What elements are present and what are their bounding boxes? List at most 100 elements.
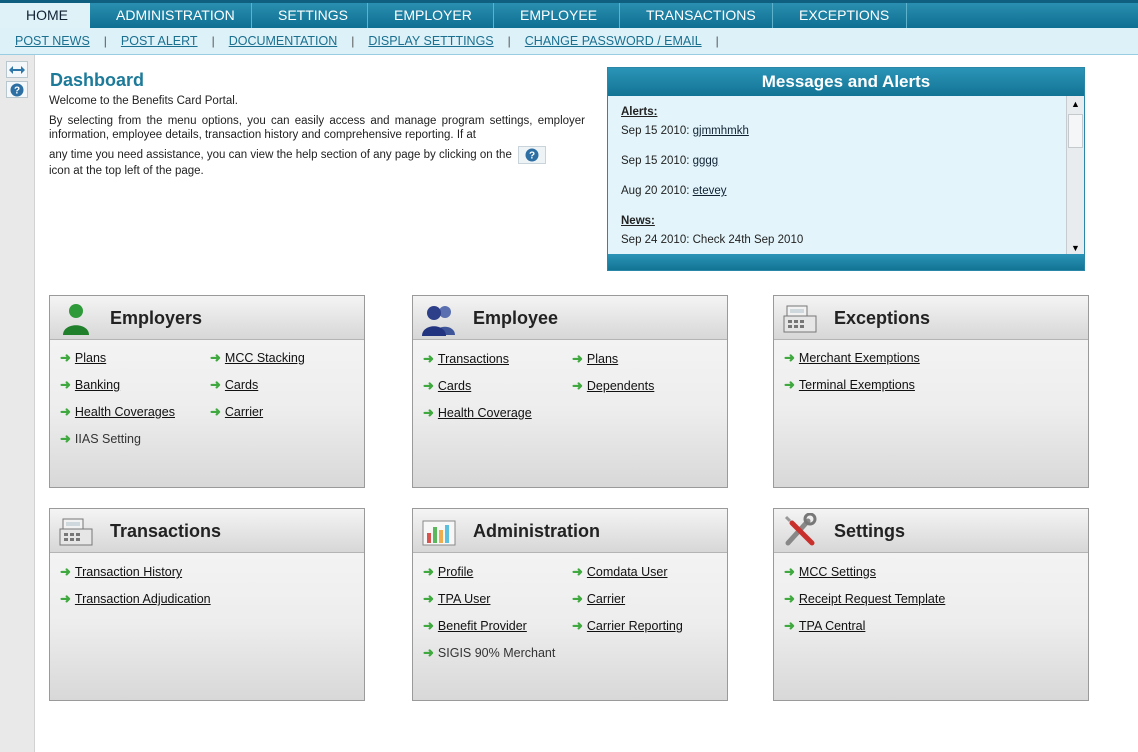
tab-settings[interactable]: SETTINGS (252, 3, 368, 28)
main-nav: HOME ADMINISTRATION SETTINGS EMPLOYER EM… (0, 0, 1138, 28)
documentation-link[interactable]: DOCUMENTATION (229, 34, 338, 48)
cards-link[interactable]: ➜ Cards (210, 377, 258, 393)
profile-link[interactable]: ➜ Profile (423, 564, 473, 580)
bar-chart-icon (422, 520, 456, 546)
register-icon (59, 518, 93, 546)
tab-employer[interactable]: EMPLOYER (368, 3, 494, 28)
card-header: Exceptions (774, 296, 1088, 340)
arrow-right-icon: ➜ (423, 564, 434, 579)
exceptions-card: Exceptions ➜ Merchant Exemptions ➜ Termina… (773, 295, 1089, 488)
plans-link[interactable]: ➜ Plans (572, 351, 618, 367)
cards-link[interactable]: ➜ Cards (423, 378, 471, 394)
scroll-thumb[interactable] (1068, 114, 1083, 148)
arrow-right-icon: ➜ (784, 350, 795, 365)
banking-link[interactable]: ➜ Banking (60, 377, 120, 393)
arrow-right-icon: ➜ (210, 350, 221, 365)
receipt-request-template-link[interactable]: ➜ Receipt Request Template (784, 591, 945, 607)
tab-transactions[interactable]: TRANSACTIONS (620, 3, 773, 28)
merchant-exemptions-link[interactable]: ➜ Merchant Exemptions (784, 350, 920, 366)
mcc-stacking-link[interactable]: ➜ MCC Stacking (210, 350, 305, 366)
card-title: Employers (110, 308, 203, 328)
comdata-user-link[interactable]: ➜ Comdata User (572, 564, 668, 580)
arrow-right-icon: ➜ (784, 591, 795, 606)
tpa-central-link[interactable]: ➜ TPA Central (784, 618, 865, 634)
health-coverage-link[interactable]: ➜ Health Coverage (423, 405, 532, 421)
tab-administration[interactable]: ADMINISTRATION (90, 3, 252, 28)
separator: | (211, 34, 215, 48)
double-arrow-icon (9, 65, 25, 74)
scroll-up-icon[interactable]: ▲ (1067, 96, 1084, 112)
settings-card: Settings ➜ MCC Settings ➜ Receipt Request … (773, 508, 1089, 701)
intro-text: By selecting from the menu options, you … (49, 115, 585, 141)
arrow-right-icon: ➜ (60, 591, 71, 606)
arrow-right-icon: ➜ (60, 350, 71, 365)
arrow-right-icon: ➜ (423, 405, 434, 420)
terminal-exemptions-link[interactable]: ➜ Terminal Exemptions (784, 377, 915, 393)
tab-exceptions[interactable]: EXCEPTIONS (773, 3, 907, 28)
transaction-adjudication-link[interactable]: ➜ Transaction Adjudication (60, 591, 211, 607)
card-title: Employee (473, 308, 559, 328)
card-title: Exceptions (834, 308, 931, 328)
tab-employee[interactable]: EMPLOYEE (494, 3, 620, 28)
arrow-right-icon: ➜ (423, 645, 434, 660)
alert-link[interactable]: gjmmhmkh (693, 125, 749, 137)
carrier-link[interactable]: ➜ Carrier (210, 404, 263, 420)
carrier-reporting-link[interactable]: ➜ Carrier Reporting (572, 618, 683, 634)
employers-card: Employers ➜ Plans ➜ MCC Stacking ➜ Banking … (49, 295, 365, 488)
employee-card: Employee ➜ Transactions ➜ Plans ➜ Cards ➜ De… (412, 295, 728, 488)
arrow-right-icon: ➜ (210, 404, 221, 419)
help-text-part2: icon at the top left of the page. (49, 165, 204, 177)
change-password-link[interactable]: CHANGE PASSWORD / EMAIL (525, 34, 702, 48)
arrow-right-icon: ➜ (423, 591, 434, 606)
messages-scrollbar[interactable]: ▲ ▼ (1066, 96, 1084, 256)
arrow-right-icon: ➜ (60, 564, 71, 579)
card-header: Transactions (50, 509, 364, 553)
alert-item: Sep 15 2010: gggg (621, 155, 1053, 167)
tpa-user-link[interactable]: ➜ TPA User (423, 591, 490, 607)
arrow-right-icon: ➜ (572, 618, 583, 633)
alert-date: Sep 15 2010: (621, 125, 690, 137)
arrow-right-icon: ➜ (60, 404, 71, 419)
arrow-right-icon: ➜ (784, 618, 795, 633)
arrow-right-icon: ➜ (572, 378, 583, 393)
help-text-part1: any time you need assistance, you can vi… (49, 149, 512, 162)
help-button[interactable]: ? (6, 81, 28, 98)
sub-nav: POST NEWS | POST ALERT | DOCUMENTATION |… (0, 28, 1138, 55)
transactions-card: Transactions ➜ Transaction History ➜ Trans… (49, 508, 365, 701)
arrow-right-icon: ➜ (60, 377, 71, 392)
alert-date: Aug 20 2010: (621, 185, 690, 197)
separator: | (715, 34, 719, 48)
card-header: Employers (50, 296, 364, 340)
messages-panel: Messages and Alerts Alerts: Sep 15 2010:… (607, 67, 1085, 271)
people-icon (422, 306, 455, 336)
iias-setting-item: ➜ IIAS Setting (60, 431, 141, 446)
arrow-right-icon: ➜ (572, 564, 583, 579)
arrow-right-icon: ➜ (572, 351, 583, 366)
mcc-settings-link[interactable]: ➜ MCC Settings (784, 564, 876, 580)
arrow-right-icon: ➜ (423, 351, 434, 366)
administration-card: Administration ➜ Profile ➜ Comdata User ➜ T… (412, 508, 728, 701)
alert-link[interactable]: gggg (693, 155, 719, 167)
messages-title: Messages and Alerts (608, 68, 1084, 96)
post-news-link[interactable]: POST NEWS (15, 34, 90, 48)
health-coverages-link[interactable]: ➜ Health Coverages (60, 404, 175, 420)
expand-toggle-button[interactable] (6, 61, 28, 78)
messages-body: Alerts: Sep 15 2010: gjmmhmkh Sep 15 201… (608, 96, 1066, 256)
svg-text:?: ? (14, 85, 20, 96)
carrier-link[interactable]: ➜ Carrier (572, 591, 625, 607)
transactions-link[interactable]: ➜ Transactions (423, 351, 509, 367)
benefit-provider-link[interactable]: ➜ Benefit Provider (423, 618, 527, 634)
person-icon (63, 304, 89, 335)
separator: | (507, 34, 511, 48)
alert-link[interactable]: etevey (693, 185, 727, 197)
post-alert-link[interactable]: POST ALERT (121, 34, 198, 48)
news-label: News: (621, 215, 655, 227)
plans-link[interactable]: ➜ Plans (60, 350, 106, 366)
dependents-link[interactable]: ➜ Dependents (572, 378, 654, 394)
tab-home[interactable]: HOME (0, 3, 90, 28)
display-settings-link[interactable]: DISPLAY SETTTINGS (368, 34, 493, 48)
card-title: Transactions (110, 521, 222, 541)
transaction-history-link[interactable]: ➜ Transaction History (60, 564, 182, 580)
welcome-text: Welcome to the Benefits Card Portal. (49, 95, 238, 107)
arrow-right-icon: ➜ (423, 618, 434, 633)
